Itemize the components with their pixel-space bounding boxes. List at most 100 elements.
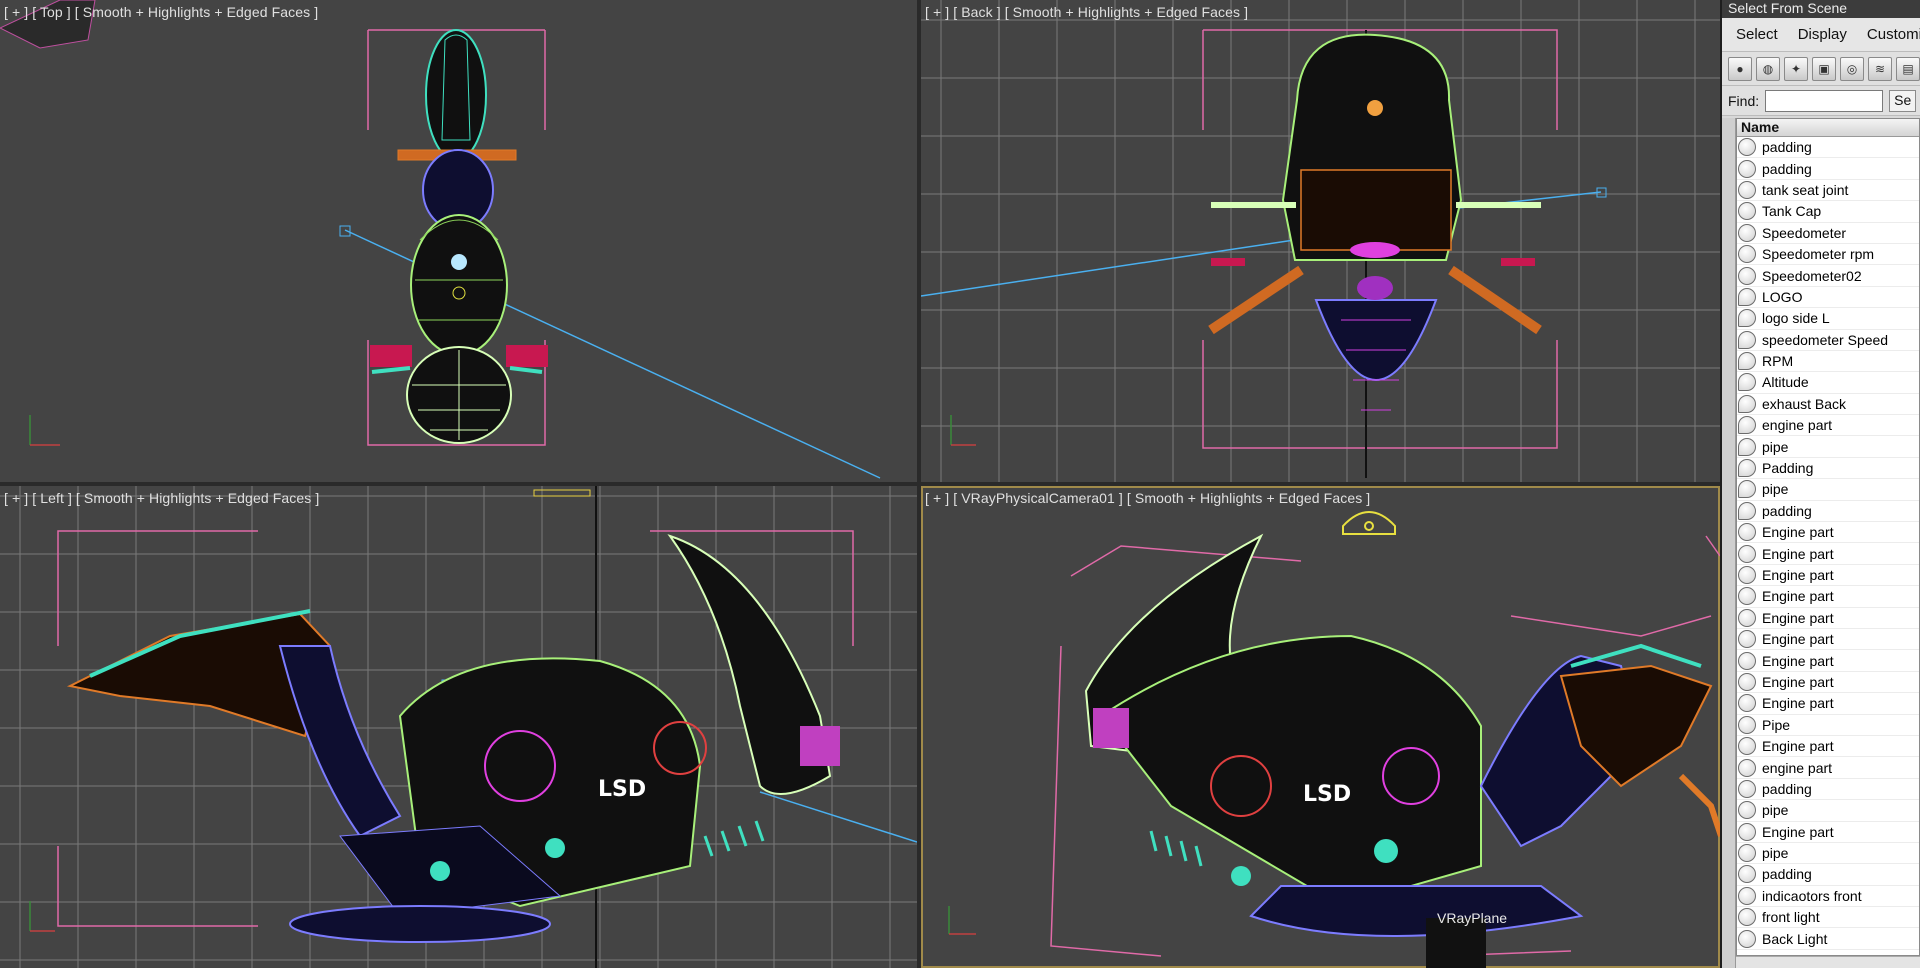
object-icon [1738, 886, 1756, 905]
viewport-camera-label[interactable]: [ + ] [ VRayPhysicalCamera01 ] [ Smooth … [925, 490, 1370, 506]
list-item[interactable]: padding [1737, 501, 1919, 523]
list-item-label: Pipe [1762, 716, 1791, 733]
list-item[interactable]: pipe [1737, 800, 1919, 822]
list-item[interactable]: Speedometer rpm [1737, 244, 1919, 266]
helpers-filter-icon[interactable]: ◎ [1840, 56, 1864, 81]
list-item[interactable]: Altitude [1737, 372, 1919, 394]
list-item-label: Padding [1762, 460, 1814, 477]
list-item[interactable]: speedometer Speed [1737, 330, 1919, 351]
list-item[interactable]: padding [1737, 137, 1919, 159]
object-icon [1738, 138, 1756, 157]
viewport-left[interactable]: LSD [ + ] [ Left ] [ Smooth + Highlights… [0, 486, 917, 968]
list-item[interactable]: Engine part [1737, 543, 1919, 565]
list-item[interactable]: Engine part [1737, 608, 1919, 629]
list-horizontal-scrollbar[interactable] [1736, 956, 1920, 968]
list-item[interactable]: Engine part [1737, 736, 1919, 758]
viewport-top-scene [0, 0, 881, 479]
object-icon [1738, 737, 1756, 756]
object-icon [1738, 245, 1756, 264]
object-icon [1738, 608, 1756, 627]
list-item-label: Engine part [1762, 567, 1834, 583]
groups-filter-icon[interactable]: ▤ [1896, 56, 1920, 81]
object-icon [1738, 501, 1756, 520]
viewport-camera[interactable]: LSD [ + ] [ VRayPhysicalCamera01 ] [ Smo… [921, 486, 1720, 968]
list-vertical-scrollbar[interactable] [1722, 118, 1736, 968]
list-item-label: Engine part [1762, 588, 1834, 605]
list-item[interactable]: Engine part [1737, 565, 1919, 587]
list-item[interactable]: Back Light [1737, 928, 1919, 950]
object-icon [1738, 822, 1756, 841]
geometry-filter-icon[interactable]: ● [1728, 56, 1752, 81]
list-item[interactable]: Speedometer [1737, 223, 1919, 244]
vrayplane-label: VRayPlane [1437, 910, 1508, 926]
list-item[interactable]: engine part [1737, 415, 1919, 437]
object-icon [1738, 694, 1756, 713]
viewport-top-label[interactable]: [ + ] [ Top ] [ Smooth + Highlights + Ed… [4, 4, 318, 20]
object-icon [1738, 416, 1756, 435]
object-icon [1738, 758, 1756, 777]
list-item[interactable]: Engine part [1737, 822, 1919, 843]
list-item[interactable]: padding [1737, 864, 1919, 886]
list-item[interactable]: Engine part [1737, 672, 1919, 694]
list-item[interactable]: Engine part [1737, 693, 1919, 715]
list-item-label: padding [1762, 502, 1812, 519]
find-input[interactable] [1765, 89, 1884, 112]
menu-customize[interactable]: Customize [1859, 22, 1920, 47]
viewport-left-label[interactable]: [ + ] [ Left ] [ Smooth + Highlights + E… [4, 490, 319, 506]
list-item[interactable]: pipe [1737, 843, 1919, 865]
list-item[interactable]: indicaotors front [1737, 886, 1919, 908]
object-icon [1738, 672, 1756, 691]
object-icon [1738, 801, 1756, 820]
object-icon [1738, 309, 1756, 328]
list-item[interactable]: padding [1737, 158, 1919, 180]
object-icon [1738, 651, 1756, 670]
viewport-divider-horizontal[interactable] [0, 482, 1720, 486]
list-item[interactable]: Engine part [1737, 522, 1919, 544]
list-item[interactable]: tank seat joint [1737, 180, 1919, 202]
menu-display[interactable]: Display [1790, 22, 1855, 47]
list-item[interactable]: pipe [1737, 479, 1919, 501]
list-item[interactable]: front light [1737, 907, 1919, 929]
object-icon [1738, 287, 1756, 306]
list-item[interactable]: pipe [1737, 436, 1919, 458]
list-item[interactable]: Padding [1737, 458, 1919, 480]
list-item-label: padding [1762, 780, 1812, 797]
object-icon [1738, 459, 1756, 478]
object-icon [1738, 330, 1756, 349]
list-item[interactable]: exhaust Back [1737, 394, 1919, 416]
list-item[interactable]: Tank Cap [1737, 201, 1919, 223]
list-item[interactable]: Speedometer02 [1737, 265, 1919, 287]
list-item-label: exhaust Back [1762, 395, 1847, 412]
column-header-name[interactable]: Name [1737, 119, 1919, 137]
cameras-filter-icon[interactable]: ▣ [1812, 56, 1836, 81]
list-item-label: engine part [1762, 417, 1833, 434]
list-item[interactable]: logo side L [1737, 308, 1919, 330]
bike-left-wireframe: LSD [66, 534, 840, 943]
logo-decal-camera: LSD [1303, 782, 1351, 807]
list-item[interactable]: Engine part [1737, 586, 1919, 608]
list-item[interactable]: engine part [1737, 757, 1919, 779]
shapes-filter-icon[interactable]: ◍ [1756, 56, 1780, 81]
viewport-left-scene: LSD [0, 486, 917, 968]
viewport-back-label[interactable]: [ + ] [ Back ] [ Smooth + Highlights + E… [925, 4, 1248, 20]
list-item-label: Engine part [1762, 631, 1834, 648]
menu-select[interactable]: Select [1728, 22, 1786, 47]
list-item[interactable]: Engine part [1737, 650, 1919, 672]
list-item[interactable]: Engine part [1737, 629, 1919, 651]
object-icon [1738, 266, 1756, 285]
selection-sets-button[interactable]: Se [1889, 89, 1917, 112]
list-item[interactable]: Pipe [1737, 715, 1919, 736]
spacewarps-filter-icon[interactable]: ≋ [1868, 56, 1892, 81]
list-item[interactable]: RPM [1737, 351, 1919, 373]
list-item-label: pipe [1762, 802, 1789, 819]
viewport-back[interactable]: [ + ] [ Back ] [ Smooth + Highlights + E… [921, 0, 1720, 482]
list-item-label: padding [1762, 160, 1812, 177]
list-item-label: Speedometer02 [1762, 267, 1862, 284]
list-item[interactable]: LOGO [1737, 287, 1919, 309]
object-list-rows: padding padding tank seat joint Tank Cap Spe… [1737, 137, 1919, 950]
list-item-label: Engine part [1762, 609, 1834, 626]
viewport-top[interactable]: [ + ] [ Top ] [ Smooth + Highlights + Ed… [0, 0, 917, 482]
list-item[interactable]: padding [1737, 779, 1919, 801]
list-item-label: Engine part [1762, 545, 1834, 562]
lights-filter-icon[interactable]: ✦ [1784, 56, 1808, 81]
